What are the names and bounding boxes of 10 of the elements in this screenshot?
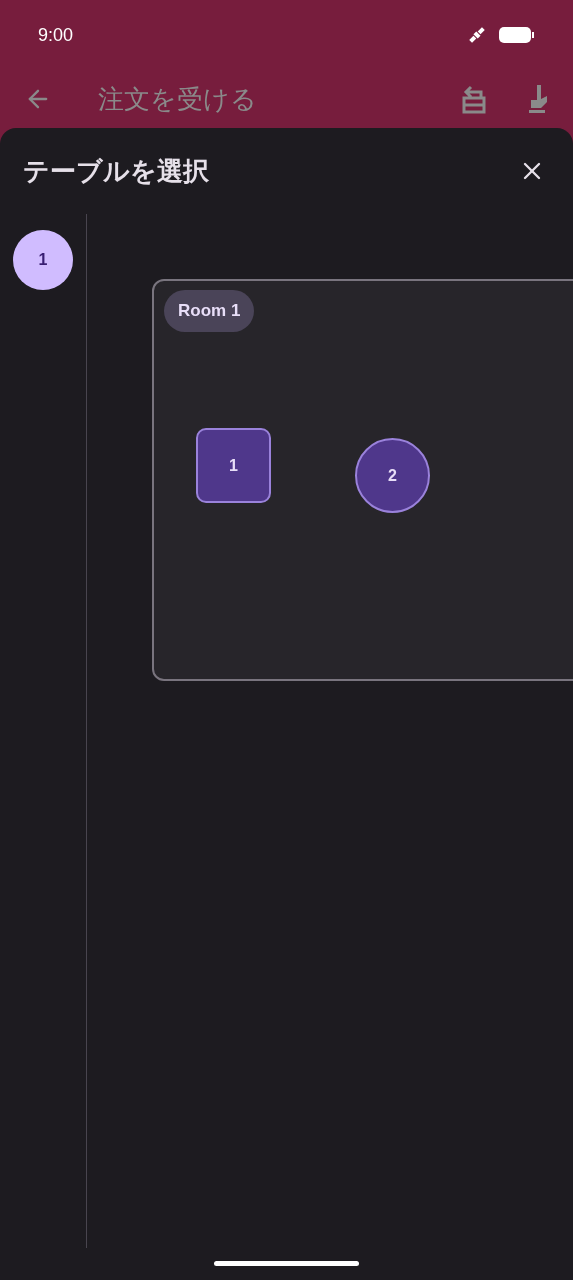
room-label: Room 1 bbox=[164, 290, 255, 332]
battery-icon bbox=[499, 26, 535, 44]
sheet-title: テーブルを選択 bbox=[23, 154, 209, 188]
satellite-icon bbox=[467, 25, 487, 45]
app-bar-title: 注文を受ける bbox=[98, 82, 258, 116]
tray-icon[interactable] bbox=[461, 84, 487, 114]
status-time: 9:00 bbox=[38, 23, 74, 47]
table-button[interactable]: 1 bbox=[196, 428, 271, 503]
table-button[interactable]: 2 bbox=[355, 438, 430, 513]
floor-button[interactable]: 1 bbox=[13, 230, 73, 290]
